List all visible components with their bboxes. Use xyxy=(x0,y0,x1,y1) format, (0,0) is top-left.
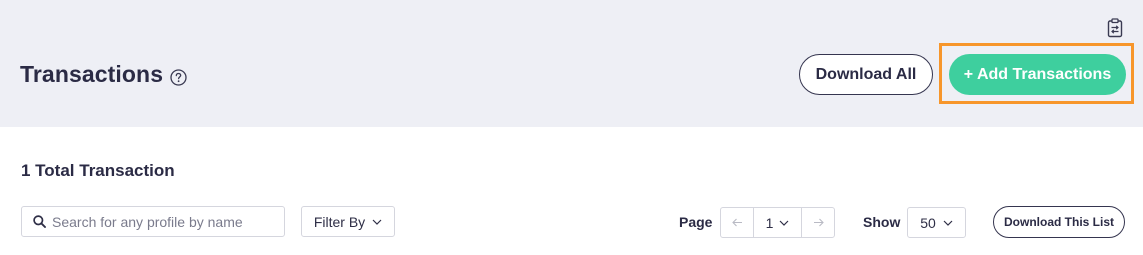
show-label: Show xyxy=(863,214,901,230)
chevron-down-icon xyxy=(372,219,382,225)
pagination: 1 xyxy=(720,207,835,238)
filter-by-dropdown[interactable]: Filter By xyxy=(301,206,395,237)
download-all-button[interactable]: Download All xyxy=(799,54,933,95)
previous-page-button[interactable] xyxy=(721,208,753,237)
page-size-select[interactable]: 50 xyxy=(907,207,966,238)
chevron-down-icon xyxy=(943,220,953,226)
download-this-list-button[interactable]: Download This List xyxy=(993,206,1125,238)
page-size-value: 50 xyxy=(920,214,936,231)
filter-by-label: Filter By xyxy=(313,213,366,230)
chevron-down-icon xyxy=(779,220,789,226)
page-header: Transactions Download All + Add Transact… xyxy=(0,0,1143,127)
arrow-right-icon xyxy=(813,218,824,227)
total-transaction-count: 1 Total Transaction xyxy=(21,161,175,180)
search-icon xyxy=(33,215,46,228)
page-label: Page xyxy=(679,214,713,230)
search-input[interactable] xyxy=(52,213,272,230)
next-page-button[interactable] xyxy=(802,208,834,237)
page-select[interactable]: 1 xyxy=(753,208,802,237)
current-page-value: 1 xyxy=(765,214,774,231)
help-circle-icon[interactable] xyxy=(170,69,187,86)
arrow-left-icon xyxy=(731,218,742,227)
clipboard-swap-icon[interactable] xyxy=(1107,18,1123,38)
search-box[interactable] xyxy=(21,206,285,237)
add-transactions-button[interactable]: + Add Transactions xyxy=(949,54,1126,95)
page-title: Transactions xyxy=(20,61,164,87)
